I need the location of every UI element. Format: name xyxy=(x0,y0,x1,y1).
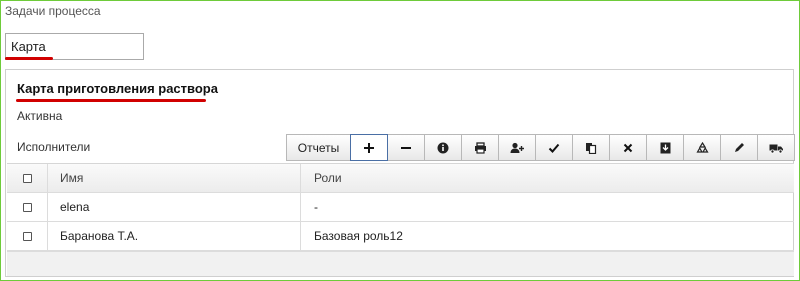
print-icon xyxy=(474,141,487,154)
archive-button[interactable] xyxy=(646,134,684,161)
add-user-button[interactable] xyxy=(498,134,536,161)
card-status: Активна xyxy=(17,109,63,123)
search-input[interactable] xyxy=(5,33,144,60)
truck-icon xyxy=(769,142,784,154)
section-title: Задачи процесса xyxy=(5,4,101,18)
row-name: Баранова Т.А. xyxy=(48,222,301,250)
search-underline xyxy=(5,57,53,60)
table-header-row: Имя Роли xyxy=(7,164,794,193)
executors-table: Имя Роли elena - Баранова Т.А. Базовая р… xyxy=(7,163,794,251)
reports-button[interactable]: Отчеты xyxy=(286,134,351,161)
row-name: elena xyxy=(48,193,301,221)
row-check-cell xyxy=(7,193,48,221)
copy-icon xyxy=(585,142,597,154)
executors-label: Исполнители xyxy=(17,140,91,154)
info-icon xyxy=(437,142,449,154)
check-icon xyxy=(548,142,560,154)
row-check-cell xyxy=(7,222,48,250)
row-checkbox[interactable] xyxy=(22,231,32,241)
transfer-button[interactable] xyxy=(757,134,795,161)
add-user-icon xyxy=(510,142,524,154)
info-button[interactable] xyxy=(424,134,462,161)
column-header-name[interactable]: Имя xyxy=(48,164,301,192)
recycle-button[interactable] xyxy=(683,134,721,161)
select-all-checkbox[interactable] xyxy=(22,173,32,183)
archive-icon xyxy=(660,142,671,154)
pencil-icon xyxy=(733,142,745,154)
select-all-cell xyxy=(7,164,48,192)
row-checkbox[interactable] xyxy=(22,202,32,212)
copy-button[interactable] xyxy=(572,134,610,161)
task-card-panel: Карта приготовления раствора Активна Исп… xyxy=(5,69,795,277)
add-button[interactable] xyxy=(350,134,388,161)
column-header-roles[interactable]: Роли xyxy=(301,164,794,192)
recycle-icon xyxy=(695,141,709,154)
edit-button[interactable] xyxy=(720,134,758,161)
minus-icon xyxy=(400,142,412,154)
row-roles: - xyxy=(314,200,318,214)
card-title: Карта приготовления раствора xyxy=(17,81,218,96)
remove-button[interactable] xyxy=(387,134,425,161)
card-title-underline xyxy=(16,99,206,102)
executors-toolbar: Отчеты xyxy=(286,134,795,161)
table-footer xyxy=(7,251,794,276)
print-button[interactable] xyxy=(461,134,499,161)
row-roles: Базовая роль12 xyxy=(314,229,403,243)
close-icon xyxy=(623,143,633,153)
approve-button[interactable] xyxy=(535,134,573,161)
table-row[interactable]: elena - xyxy=(7,193,794,222)
plus-icon xyxy=(363,142,375,154)
table-row[interactable]: Баранова Т.А. Базовая роль12 xyxy=(7,222,794,251)
delete-button[interactable] xyxy=(609,134,647,161)
